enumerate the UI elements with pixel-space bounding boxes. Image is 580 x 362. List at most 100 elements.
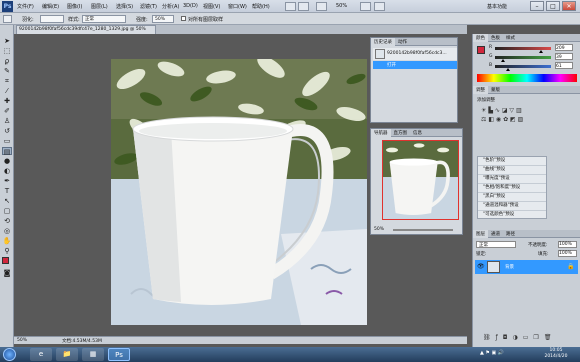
- system-tray-icons[interactable]: ▲ ⚑ ▣ 🔊: [480, 350, 530, 359]
- channel-mixer-icon[interactable]: ✿: [503, 116, 508, 123]
- tab-histogram[interactable]: 直方图: [391, 129, 411, 137]
- clock-date[interactable]: 2014/4/20: [536, 354, 576, 359]
- brightness-icon[interactable]: ☀: [481, 107, 486, 114]
- tab-styles[interactable]: 样式: [503, 34, 518, 42]
- tool-preset-picker[interactable]: [3, 15, 12, 23]
- preset-levels[interactable]: "色阶"预设: [478, 157, 546, 166]
- new-layer-icon[interactable]: ❐: [533, 334, 543, 341]
- document-tab[interactable]: 9200142b98f0faf56cdc39dfc47e_1280_1329.j…: [16, 25, 156, 40]
- blend-mode-select[interactable]: 正常: [476, 241, 516, 248]
- group-icon[interactable]: ▭: [523, 334, 534, 341]
- clock-time[interactable]: 10:05: [536, 348, 576, 353]
- marquee-tool-icon[interactable]: ⬚: [2, 47, 12, 55]
- taskbar-photoshop[interactable]: Ps: [108, 348, 130, 361]
- foreground-color-swatch[interactable]: [2, 257, 9, 264]
- tab-swatches[interactable]: 色板: [488, 34, 503, 42]
- tab-masks[interactable]: 蒙版: [488, 86, 503, 94]
- style-select[interactable]: 正常: [82, 15, 126, 23]
- pen-tool-icon[interactable]: ✒: [2, 177, 12, 185]
- maximize-button[interactable]: □: [546, 1, 560, 11]
- channel-r-slider[interactable]: [495, 47, 551, 53]
- 3d-rotate-tool-icon[interactable]: ⟲: [2, 217, 12, 225]
- zoom-level-select[interactable]: 50%: [336, 3, 347, 9]
- start-button[interactable]: [3, 348, 16, 361]
- link-layers-icon[interactable]: ⛓: [483, 334, 496, 341]
- blur-tool-icon[interactable]: ●: [2, 157, 12, 165]
- channel-b-input[interactable]: 61: [555, 62, 573, 69]
- quick-select-tool-icon[interactable]: ✎: [2, 67, 12, 75]
- workspace-switcher[interactable]: 基本功能: [487, 3, 507, 10]
- launch-minibridge-button[interactable]: [298, 2, 309, 11]
- invert-icon[interactable]: ◩: [510, 116, 516, 123]
- vibrance-icon[interactable]: ▽: [509, 107, 514, 114]
- zoom-tool-icon[interactable]: ⚲: [2, 247, 12, 255]
- layer-name[interactable]: 背景: [505, 264, 514, 270]
- preset-channel-mixer[interactable]: "通道混和器"预设: [478, 202, 546, 211]
- tab-layers[interactable]: 图层: [473, 230, 488, 238]
- eyedropper-tool-icon[interactable]: ⁄: [2, 87, 12, 95]
- color-spectrum-bar[interactable]: [477, 74, 577, 82]
- quick-mask-icon[interactable]: ◙: [2, 269, 12, 277]
- layer-row[interactable]: 👁 背景 🔒: [475, 260, 578, 274]
- tab-info[interactable]: 信息: [410, 129, 425, 137]
- sample-all-layers-checkbox[interactable]: [181, 16, 186, 21]
- channel-g-input[interactable]: 39: [555, 53, 573, 60]
- tab-adjustments[interactable]: 调整: [473, 86, 488, 94]
- menu-window[interactable]: 窗口(W): [228, 3, 247, 10]
- screen-mode-button[interactable]: [374, 2, 385, 11]
- menu-edit[interactable]: 编辑(E): [42, 3, 59, 10]
- menu-help[interactable]: 帮助(H): [252, 3, 270, 10]
- menu-filter[interactable]: 滤镜(T): [140, 3, 157, 10]
- tab-actions[interactable]: 动作: [395, 38, 410, 46]
- path-selection-tool-icon[interactable]: ↖: [2, 197, 12, 205]
- preset-selective-color[interactable]: "可选颜色"预设: [478, 211, 546, 220]
- fill-input[interactable]: 100%: [558, 250, 577, 257]
- taskbar-media[interactable]: ▦: [82, 348, 104, 361]
- crop-tool-icon[interactable]: ⌗: [2, 77, 12, 85]
- channel-slider-thumb[interactable]: [506, 68, 511, 71]
- tab-channels[interactable]: 通道: [488, 230, 503, 238]
- navigator-zoom-slider[interactable]: [393, 229, 453, 231]
- hand-tool-button[interactable]: [316, 2, 327, 11]
- delete-layer-icon[interactable]: 🗑: [544, 334, 557, 341]
- taskbar-ie[interactable]: e: [30, 348, 52, 361]
- adjustment-layer-icon[interactable]: ◑: [513, 334, 523, 341]
- launch-bridge-button[interactable]: [285, 2, 296, 11]
- gradient-tool-icon[interactable]: ▤: [2, 147, 12, 156]
- shape-tool-icon[interactable]: ▢: [2, 207, 12, 215]
- status-zoom[interactable]: 50%: [17, 338, 27, 343]
- tab-paths[interactable]: 路径: [503, 230, 518, 238]
- arrange-documents-button[interactable]: [360, 2, 371, 11]
- photo-filter-icon[interactable]: ◉: [496, 116, 501, 123]
- preset-exposure[interactable]: "曝光度"预设: [478, 175, 546, 184]
- color-balance-icon[interactable]: ⚖: [481, 116, 486, 123]
- threshold-icon[interactable]: ▨: [518, 116, 524, 123]
- menu-view[interactable]: 视图(V): [203, 3, 220, 10]
- healing-brush-tool-icon[interactable]: ✚: [2, 97, 12, 105]
- tab-history[interactable]: 历史记录: [371, 38, 395, 46]
- history-snapshot[interactable]: 9200142b98f0faf56cdc3...: [373, 48, 457, 60]
- exposure-icon[interactable]: ◪: [502, 107, 508, 114]
- fx-icon[interactable]: ƒ: [496, 334, 503, 341]
- brush-tool-icon[interactable]: ✐: [2, 107, 12, 115]
- document-image[interactable]: [111, 59, 367, 325]
- tab-color[interactable]: 颜色: [473, 34, 488, 42]
- opacity-input[interactable]: 100%: [558, 241, 577, 248]
- hand-tool-icon[interactable]: ✋: [2, 237, 12, 245]
- menu-file[interactable]: 文件(F): [17, 3, 34, 10]
- lasso-tool-icon[interactable]: ϼ: [2, 57, 12, 65]
- preset-curves[interactable]: "曲线"预设: [478, 166, 546, 175]
- channel-r-input[interactable]: 209: [555, 44, 573, 51]
- menu-analysis[interactable]: 分析(A): [162, 3, 179, 10]
- type-tool-icon[interactable]: T: [2, 187, 12, 195]
- strength-input[interactable]: 50%: [152, 15, 174, 23]
- black-white-icon[interactable]: ◧: [488, 116, 494, 123]
- preset-black-white[interactable]: "黑白"预设: [478, 193, 546, 202]
- 3d-orbit-tool-icon[interactable]: ◎: [2, 227, 12, 235]
- eye-icon[interactable]: 👁: [477, 263, 485, 270]
- menu-select[interactable]: 选择(S): [116, 3, 133, 10]
- preset-hue-saturation[interactable]: "色相/饱和度"预设: [478, 184, 546, 193]
- dodge-tool-icon[interactable]: ◐: [2, 167, 12, 175]
- mask-icon[interactable]: ◘: [503, 334, 513, 341]
- channel-g-slider[interactable]: [495, 56, 551, 62]
